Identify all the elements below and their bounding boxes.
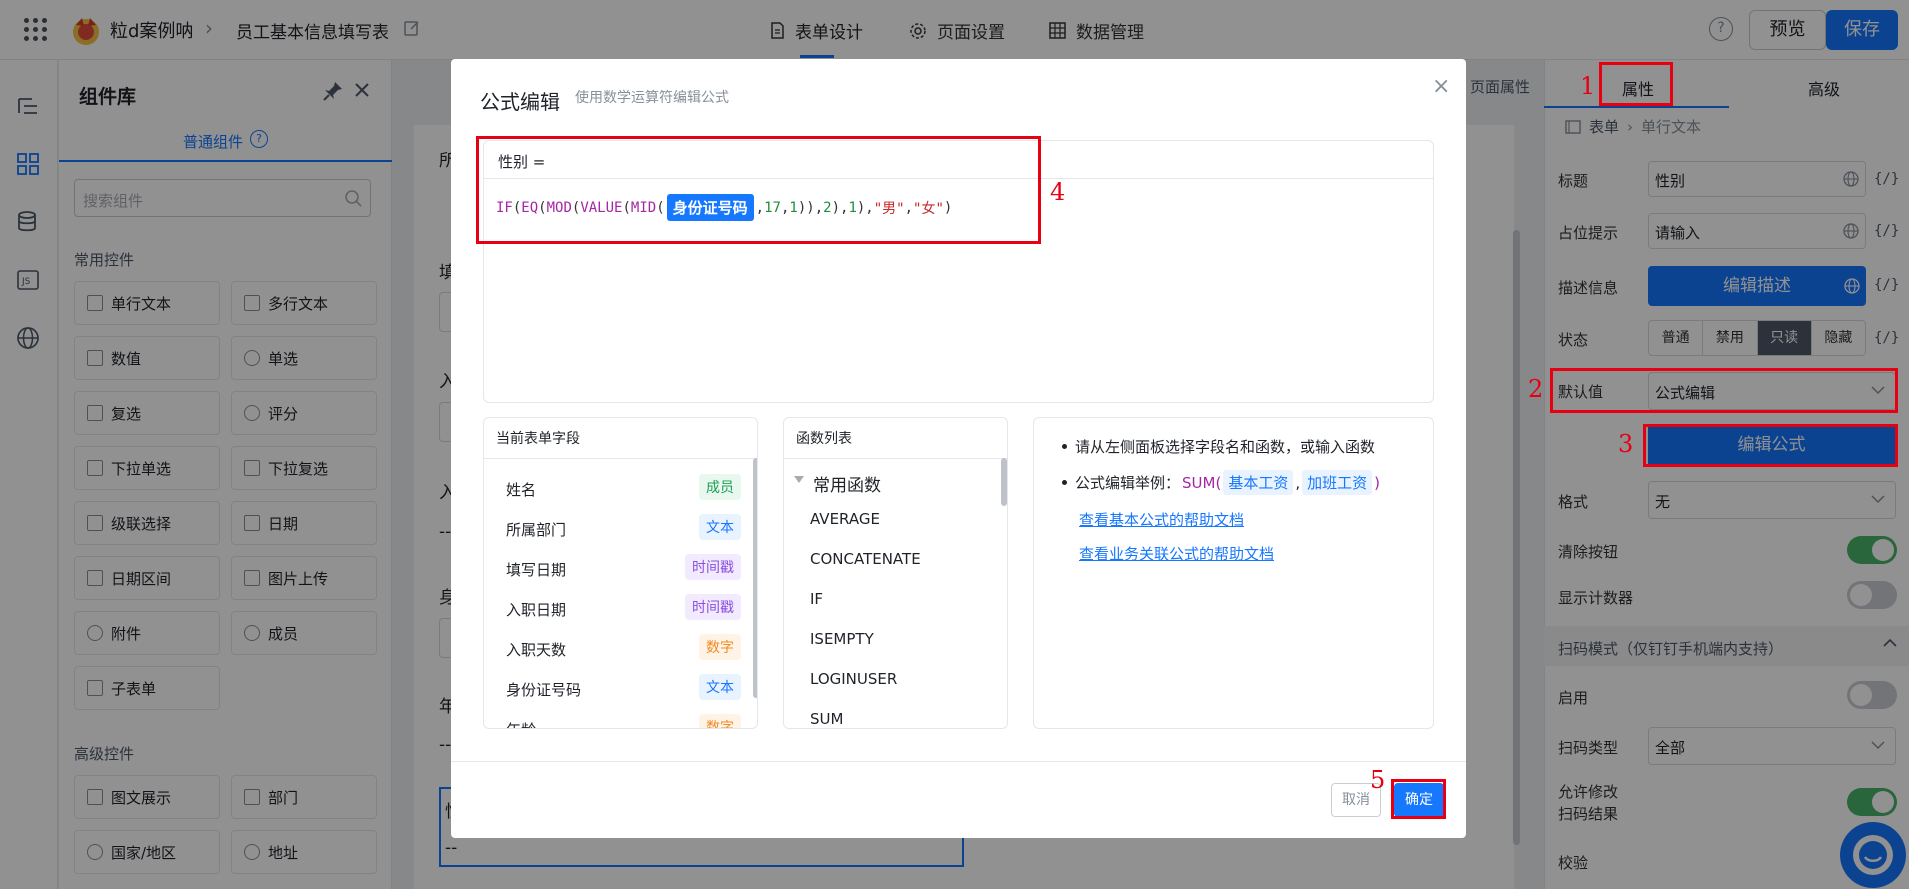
- field-item[interactable]: 年龄: [506, 719, 536, 728]
- function-item[interactable]: CONCATENATE: [810, 550, 921, 568]
- functions-scrollbar[interactable]: [1001, 458, 1007, 506]
- type-badge: 数字: [699, 634, 741, 660]
- annotation-number-4: 4: [1050, 178, 1066, 206]
- type-badge: 时间戳: [685, 594, 741, 620]
- function-item[interactable]: AVERAGE: [810, 510, 880, 528]
- tips-panel: [1033, 417, 1434, 729]
- function-item[interactable]: SUM: [810, 710, 843, 728]
- tip-item: 请从左侧面板选择字段名和函数，或输入函数: [1062, 436, 1375, 457]
- annotation-box-1: [1599, 62, 1673, 106]
- tip-item: 公式编辑举例： SUM(基本工资, 加班工资): [1062, 470, 1380, 495]
- annotation-number-3: 3: [1618, 430, 1634, 458]
- field-item[interactable]: 姓名: [506, 479, 536, 500]
- dialog-subtitle: 使用数学运算符编辑公式: [575, 90, 729, 106]
- help-doc-link[interactable]: 查看基本公式的帮助文档: [1079, 509, 1244, 530]
- field-item[interactable]: 身份证号码: [506, 679, 581, 700]
- business-help-link[interactable]: 查看业务关联公式的帮助文档: [1079, 543, 1274, 564]
- field-item[interactable]: 所属部门: [506, 519, 566, 540]
- annotation-box-4: [476, 136, 1041, 244]
- close-icon[interactable]: ×: [1432, 74, 1450, 99]
- caret-down-icon[interactable]: [794, 476, 804, 484]
- dialog-title: 公式编辑: [480, 90, 560, 114]
- annotation-box-5: [1391, 779, 1446, 819]
- field-item[interactable]: 入职日期: [506, 599, 566, 620]
- function-group[interactable]: 常用函数: [813, 471, 881, 496]
- type-badge: 文本: [699, 674, 741, 700]
- function-item[interactable]: LOGINUSER: [810, 670, 897, 688]
- annotation-box-2: [1550, 368, 1898, 413]
- annotation-number-2: 2: [1528, 375, 1544, 403]
- type-badge: 时间戳: [685, 554, 741, 580]
- annotation-number-1: 1: [1580, 72, 1596, 100]
- form-fields-panel: 当前表单字段 姓名 成员 所属部门 文本 填写日期 时间戳 入职日期 时间戳 入…: [483, 417, 758, 729]
- dialog-footer-divider: [451, 761, 1466, 762]
- fields-scrollbar[interactable]: [753, 458, 757, 698]
- panel-title: 当前表单字段: [484, 418, 757, 459]
- panel-title: 函数列表: [784, 418, 1007, 459]
- annotation-box-3: [1643, 424, 1898, 467]
- type-badge: 文本: [699, 514, 741, 540]
- field-item[interactable]: 填写日期: [506, 559, 566, 580]
- field-item[interactable]: 入职天数: [506, 639, 566, 660]
- type-badge: 数字: [699, 714, 741, 728]
- type-badge: 成员: [699, 474, 741, 500]
- function-item[interactable]: IF: [810, 590, 823, 608]
- functions-panel: 函数列表 常用函数 AVERAGE CONCATENATE IF ISEMPTY…: [783, 417, 1008, 729]
- function-item[interactable]: ISEMPTY: [810, 630, 874, 648]
- annotation-number-5: 5: [1370, 766, 1386, 794]
